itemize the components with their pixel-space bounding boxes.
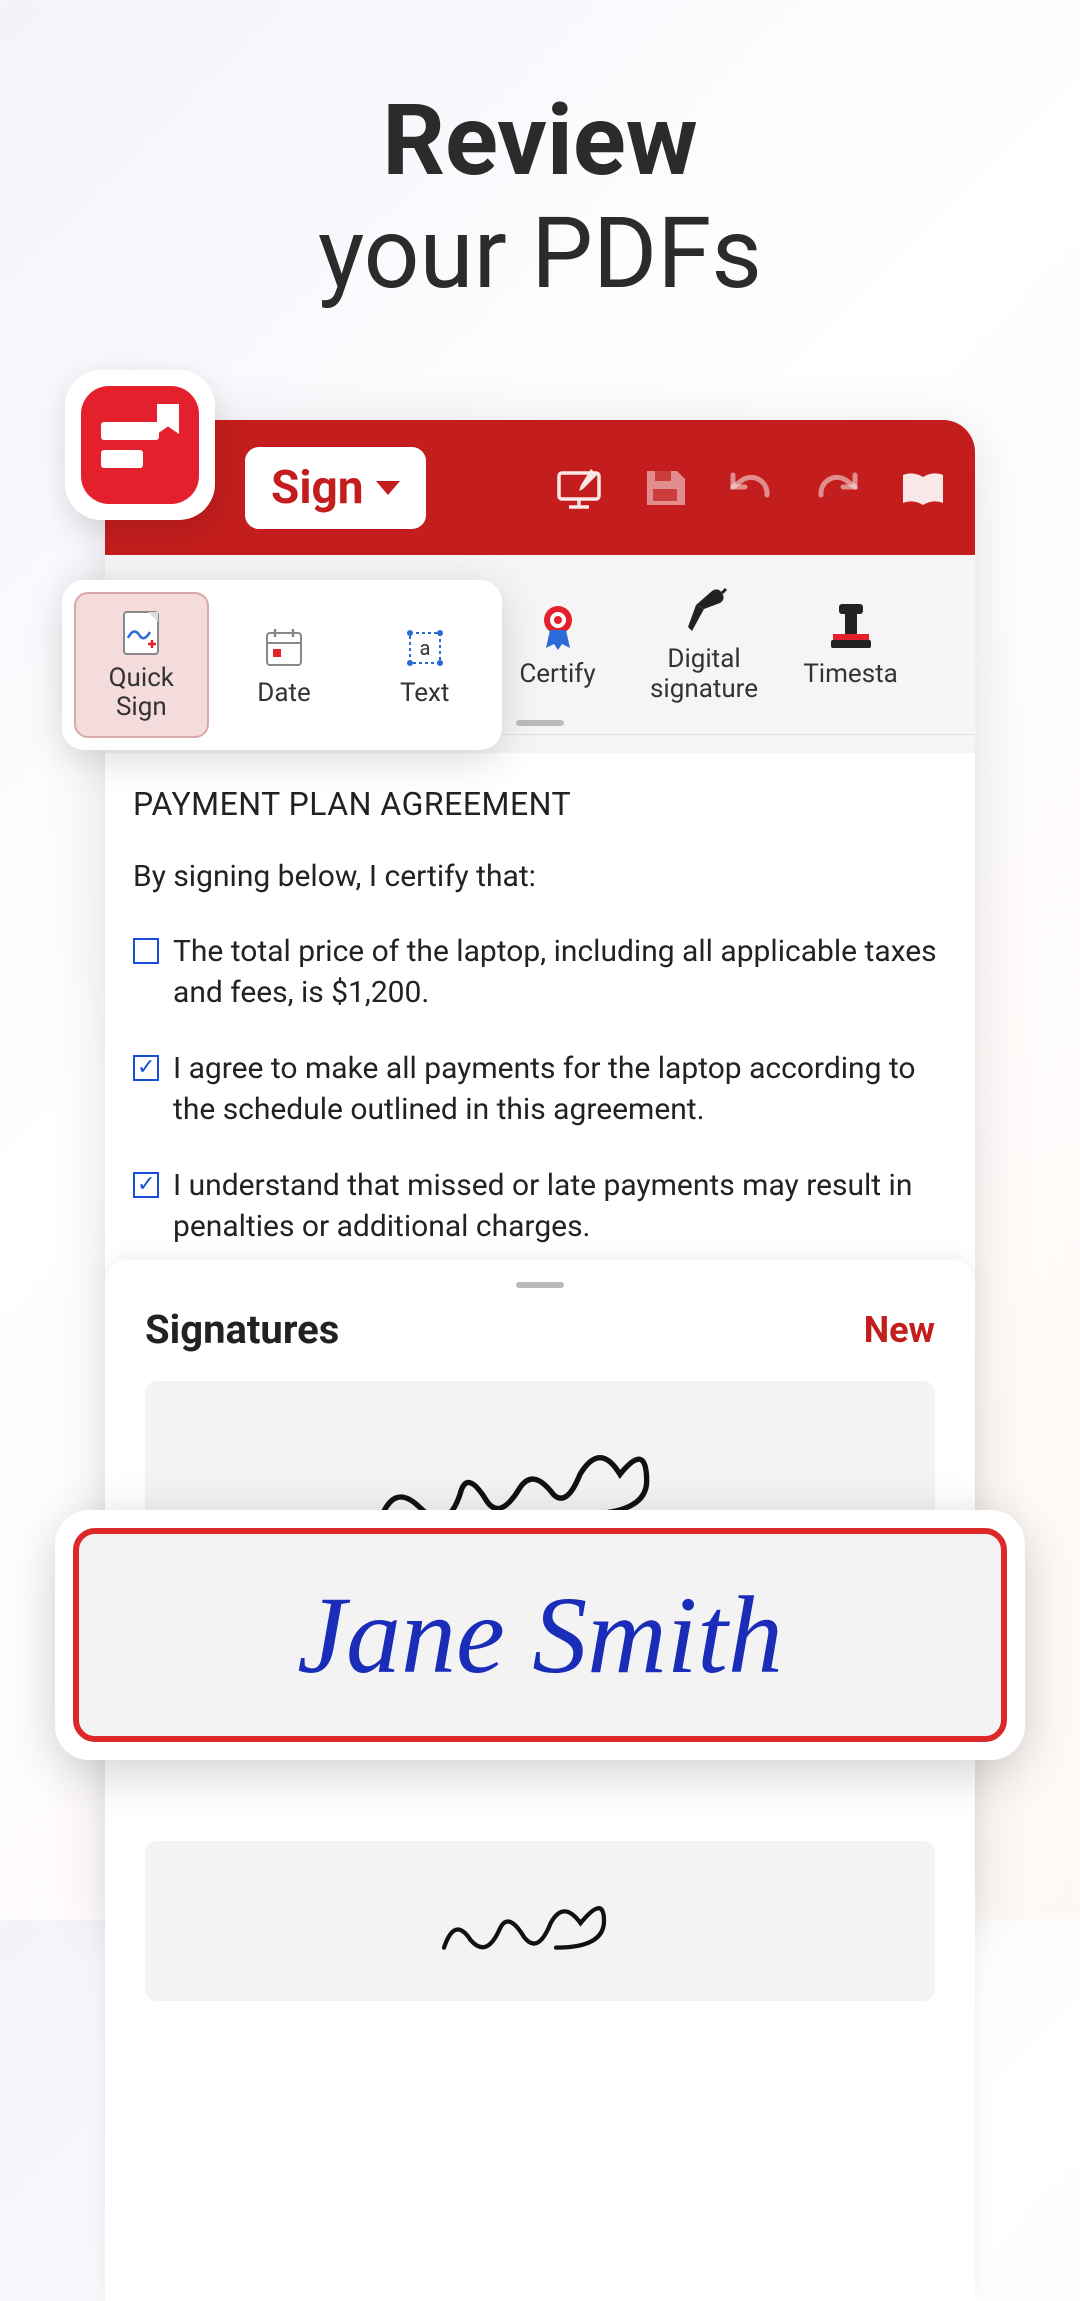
signatures-panel: Signatures New	[105, 1260, 975, 2301]
doc-item-1: The total price of the laptop, including…	[133, 932, 947, 1013]
save-icon[interactable]	[641, 467, 689, 509]
chevron-down-icon	[376, 481, 400, 495]
tool-quick-sign[interactable]: QuickSign	[74, 592, 209, 738]
certify-icon	[532, 600, 584, 652]
doc-intro: By signing below, I certify that:	[133, 859, 947, 894]
tool-text-label: Text	[400, 679, 449, 708]
signatures-header: Signatures New	[145, 1306, 935, 1353]
tool-text[interactable]: a Text	[359, 592, 490, 738]
doc-item-3-text: I understand that missed or late payment…	[173, 1166, 947, 1247]
digital-signature-icon	[678, 585, 730, 637]
text-icon: a	[400, 623, 450, 673]
document-content: PAYMENT PLAN AGREEMENT By signing below,…	[105, 753, 975, 1315]
panel-drag-handle[interactable]	[516, 1282, 564, 1288]
book-icon[interactable]	[899, 467, 947, 509]
checkbox-3[interactable]	[133, 1172, 159, 1198]
tool-quick-sign-label: QuickSign	[109, 664, 174, 721]
quick-sign-icon	[116, 608, 166, 658]
svg-text:a: a	[419, 636, 430, 660]
marketing-headline: Review your PDFs	[0, 0, 1080, 306]
ribbon-timestamp-label: Timesta	[803, 660, 898, 690]
floating-sign-tools: QuickSign Date a Text	[62, 580, 502, 750]
ribbon-certify-label: Certify	[519, 660, 595, 690]
ribbon-certify[interactable]: Certify	[505, 600, 610, 690]
doc-item-3: I understand that missed or late payment…	[133, 1166, 947, 1247]
ribbon-digital-signature-label: Digitalsignature	[650, 645, 758, 705]
headline-line2: your PDFs	[0, 203, 1080, 306]
ribbon-drag-handle[interactable]	[516, 720, 564, 726]
ribbon-digital-signature[interactable]: Digitalsignature	[650, 585, 758, 705]
redo-icon[interactable]	[813, 467, 861, 509]
tool-date[interactable]: Date	[219, 592, 350, 738]
checkbox-1[interactable]	[133, 938, 159, 964]
headline-line1: Review	[0, 90, 1080, 193]
present-icon[interactable]	[555, 467, 603, 509]
doc-item-2-text: I agree to make all payments for the lap…	[173, 1049, 947, 1130]
tool-date-label: Date	[257, 679, 311, 708]
undo-icon[interactable]	[727, 467, 775, 509]
ribbon-timestamp[interactable]: Timesta	[798, 600, 903, 690]
app-icon	[81, 386, 199, 504]
signatures-title: Signatures	[145, 1306, 339, 1353]
toolbar-actions	[555, 467, 947, 509]
doc-item-2: I agree to make all payments for the lap…	[133, 1049, 947, 1130]
sign-label: Sign	[271, 461, 364, 515]
signature-name: Jane Smith	[297, 1572, 783, 1699]
checkbox-2[interactable]	[133, 1055, 159, 1081]
app-icon-badge	[65, 370, 215, 520]
highlighted-signature: Jane Smith	[55, 1510, 1025, 1760]
signature-item-2[interactable]	[145, 1841, 935, 2001]
doc-title: PAYMENT PLAN AGREEMENT	[133, 785, 947, 823]
highlighted-signature-box[interactable]: Jane Smith	[73, 1528, 1007, 1742]
doc-item-1-text: The total price of the laptop, including…	[173, 932, 947, 1013]
main-toolbar: Sign	[105, 420, 975, 555]
sign-dropdown[interactable]: Sign	[245, 447, 426, 529]
timestamp-icon	[825, 600, 877, 652]
date-icon	[259, 623, 309, 673]
new-signature-button[interactable]: New	[864, 1309, 935, 1351]
